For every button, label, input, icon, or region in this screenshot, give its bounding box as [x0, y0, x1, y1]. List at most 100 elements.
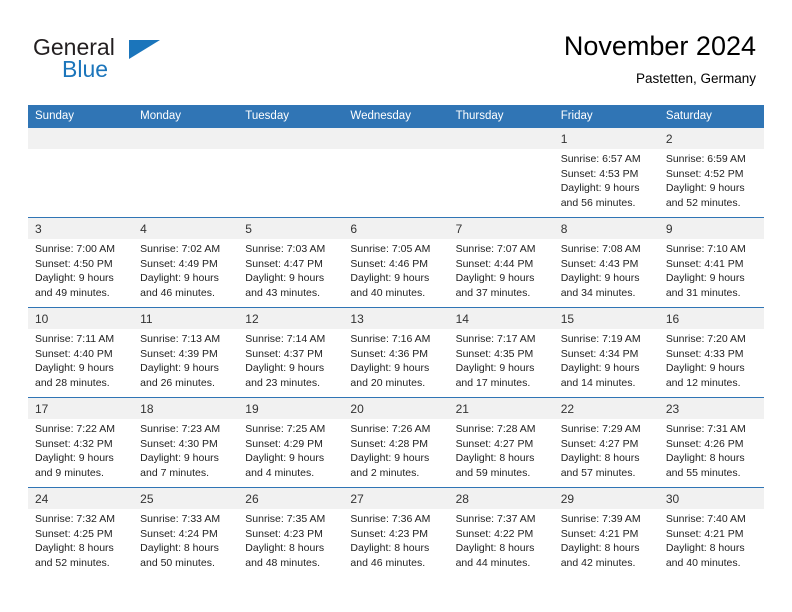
day-number: 25: [133, 488, 239, 509]
daylight-text-line2: and 42 minutes.: [560, 556, 636, 569]
calendar-day-cell[interactable]: 16 Sunrise: 7:20 AM Sunset: 4:33 PM Dayligh…: [658, 307, 764, 398]
calendar-day-cell[interactable]: 7 Sunrise: 7:07 AM Sunset: 4:44 PM Daylight…: [448, 217, 554, 308]
daylight-text-line2: and 55 minutes.: [665, 466, 741, 479]
calendar-day-cell[interactable]: 20 Sunrise: 7:26 AM Sunset: 4:28 PM Dayligh…: [343, 397, 449, 488]
calendar-day-cell[interactable]: 9 Sunrise: 7:10 AM Sunset: 4:41 PM Daylight…: [658, 217, 764, 308]
sunset-text: Sunset: 4:21 PM: [560, 527, 639, 540]
daylight-text-line2: and 52 minutes.: [35, 556, 110, 569]
daylight-text-line2: and 9 minutes.: [35, 466, 104, 479]
sun-info: Sunrise: 7:39 AM Sunset: 4:21 PM Daylight:…: [554, 509, 659, 570]
day-number: 3: [28, 218, 134, 239]
calendar-cell-empty: [28, 128, 134, 218]
day-number: 6: [343, 218, 449, 239]
calendar-day-cell[interactable]: 6 Sunrise: 7:05 AM Sunset: 4:46 PM Daylight…: [343, 217, 449, 308]
sunrise-text: Sunrise: 7:35 AM: [245, 513, 326, 525]
calendar-day-cell[interactable]: 15 Sunrise: 7:19 AM Sunset: 4:34 PM Dayligh…: [553, 307, 659, 398]
sunset-text: Sunset: 4:46 PM: [350, 257, 429, 270]
daylight-text-line2: and 17 minutes.: [455, 376, 531, 389]
sunrise-text: Sunrise: 7:29 AM: [560, 423, 641, 435]
day-number: 4: [133, 218, 239, 239]
daylight-text-line1: Daylight: 9 hours: [560, 182, 640, 194]
daylight-text-line1: Daylight: 9 hours: [140, 362, 219, 374]
calendar-day-cell[interactable]: 13 Sunrise: 7:16 AM Sunset: 4:36 PM Dayligh…: [343, 307, 449, 398]
calendar-day-cell[interactable]: 23 Sunrise: 7:31 AM Sunset: 4:26 PM Dayligh…: [658, 397, 764, 488]
calendar-day-cell[interactable]: 10 Sunrise: 7:11 AM Sunset: 4:40 PM Dayligh…: [28, 307, 134, 398]
day-number: 15: [553, 308, 659, 329]
daylight-text-line2: and 26 minutes.: [140, 376, 215, 389]
calendar-day-cell[interactable]: 19 Sunrise: 7:25 AM Sunset: 4:29 PM Dayligh…: [238, 397, 344, 488]
sun-info: Sunrise: 7:07 AM Sunset: 4:44 PM Daylight:…: [449, 239, 554, 300]
sunset-text: Sunset: 4:47 PM: [245, 257, 323, 270]
calendar-day-cell[interactable]: 17 Sunrise: 7:22 AM Sunset: 4:32 PM Dayligh…: [28, 397, 134, 488]
sunset-text: Sunset: 4:36 PM: [350, 347, 429, 360]
daylight-text-line2: and 40 minutes.: [665, 556, 741, 569]
calendar-day-cell[interactable]: 18 Sunrise: 7:23 AM Sunset: 4:30 PM Dayligh…: [133, 397, 239, 488]
sun-info: Sunrise: 7:05 AM Sunset: 4:46 PM Daylight:…: [343, 239, 448, 300]
logo-text-blue: Blue: [62, 56, 109, 82]
calendar-day-cell[interactable]: 25 Sunrise: 7:33 AM Sunset: 4:24 PM Dayligh…: [133, 487, 239, 577]
calendar-day-cell[interactable]: 8 Sunrise: 7:08 AM Sunset: 4:43 PM Daylight…: [553, 217, 659, 308]
calendar-day-cell[interactable]: 11 Sunrise: 7:13 AM Sunset: 4:39 PM Dayligh…: [133, 307, 239, 398]
daylight-text-line2: and 46 minutes.: [350, 556, 426, 569]
weekday-header-thursday: Thursday: [448, 105, 554, 128]
calendar-day-cell[interactable]: 26 Sunrise: 7:35 AM Sunset: 4:23 PM Dayligh…: [238, 487, 344, 577]
day-number: [133, 128, 239, 149]
sunrise-text: Sunrise: 7:22 AM: [35, 423, 115, 435]
calendar-day-cell[interactable]: 27 Sunrise: 7:36 AM Sunset: 4:23 PM Dayligh…: [343, 487, 449, 577]
calendar-day-cell[interactable]: 3 Sunrise: 7:00 AM Sunset: 4:50 PM Daylight…: [28, 217, 134, 308]
calendar-day-cell[interactable]: 30 Sunrise: 7:40 AM Sunset: 4:21 PM Dayligh…: [658, 487, 764, 577]
sun-info: Sunrise: 7:40 AM Sunset: 4:21 PM Daylight:…: [659, 509, 764, 570]
day-number: 22: [553, 398, 659, 419]
calendar-day-cell[interactable]: 4 Sunrise: 7:02 AM Sunset: 4:49 PM Daylight…: [133, 217, 239, 308]
sunset-text: Sunset: 4:37 PM: [245, 347, 323, 360]
calendar-cell-empty: [448, 128, 554, 218]
sun-info: Sunrise: 7:31 AM Sunset: 4:26 PM Daylight:…: [659, 419, 764, 480]
calendar-day-cell[interactable]: 22 Sunrise: 7:29 AM Sunset: 4:27 PM Dayligh…: [553, 397, 659, 488]
daylight-text-line1: Daylight: 8 hours: [350, 542, 430, 554]
daylight-text-line1: Daylight: 8 hours: [560, 452, 640, 464]
daylight-text-line2: and 2 minutes.: [350, 466, 420, 479]
calendar-day-cell[interactable]: 12 Sunrise: 7:14 AM Sunset: 4:37 PM Dayligh…: [238, 307, 344, 398]
sunset-text: Sunset: 4:23 PM: [350, 527, 429, 540]
day-number: 19: [238, 398, 344, 419]
calendar-week-row: 3 Sunrise: 7:00 AM Sunset: 4:50 PM Daylight…: [28, 217, 764, 308]
day-number: [238, 128, 344, 149]
sunset-text: Sunset: 4:34 PM: [560, 347, 639, 360]
calendar-day-cell[interactable]: 28 Sunrise: 7:37 AM Sunset: 4:22 PM Dayligh…: [448, 487, 554, 577]
calendar-day-cell[interactable]: 24 Sunrise: 7:32 AM Sunset: 4:25 PM Dayligh…: [28, 487, 134, 577]
daylight-text-line2: and 48 minutes.: [245, 556, 320, 569]
sun-info: Sunrise: 7:11 AM Sunset: 4:40 PM Daylight:…: [28, 329, 133, 390]
daylight-text-line2: and 50 minutes.: [140, 556, 215, 569]
sunrise-text: Sunrise: 7:25 AM: [245, 423, 326, 435]
calendar-day-cell[interactable]: 2 Sunrise: 6:59 AM Sunset: 4:52 PM Daylight…: [658, 128, 764, 218]
day-number: 12: [238, 308, 344, 329]
generalblue-logo[interactable]: General Blue: [33, 34, 213, 88]
daylight-text-line2: and 59 minutes.: [455, 466, 531, 479]
calendar-day-cell[interactable]: 21 Sunrise: 7:28 AM Sunset: 4:27 PM Dayligh…: [448, 397, 554, 488]
sun-info: Sunrise: 7:26 AM Sunset: 4:28 PM Daylight:…: [343, 419, 448, 480]
daylight-text-line2: and 37 minutes.: [455, 286, 531, 299]
sun-info: Sunrise: 7:32 AM Sunset: 4:25 PM Daylight:…: [28, 509, 133, 570]
day-number: 11: [133, 308, 239, 329]
sun-info: Sunrise: 7:35 AM Sunset: 4:23 PM Daylight:…: [238, 509, 343, 570]
sunset-text: Sunset: 4:50 PM: [35, 257, 113, 270]
daylight-text-line2: and 40 minutes.: [350, 286, 426, 299]
daylight-text-line2: and 14 minutes.: [560, 376, 636, 389]
daylight-text-line2: and 31 minutes.: [665, 286, 741, 299]
calendar-day-cell[interactable]: 1 Sunrise: 6:57 AM Sunset: 4:53 PM Daylight…: [553, 128, 659, 218]
day-number: 17: [28, 398, 134, 419]
daylight-text-line1: Daylight: 9 hours: [350, 452, 430, 464]
calendar-day-cell[interactable]: 14 Sunrise: 7:17 AM Sunset: 4:35 PM Dayligh…: [448, 307, 554, 398]
daylight-text-line2: and 44 minutes.: [455, 556, 531, 569]
daylight-text-line1: Daylight: 9 hours: [140, 452, 219, 464]
calendar-day-cell[interactable]: 5 Sunrise: 7:03 AM Sunset: 4:47 PM Daylight…: [238, 217, 344, 308]
daylight-text-line1: Daylight: 9 hours: [665, 272, 745, 284]
weekday-header-saturday: Saturday: [658, 105, 764, 128]
sun-info: Sunrise: 6:59 AM Sunset: 4:52 PM Daylight:…: [659, 149, 764, 210]
calendar-day-cell[interactable]: 29 Sunrise: 7:39 AM Sunset: 4:21 PM Dayligh…: [553, 487, 659, 577]
sunset-text: Sunset: 4:33 PM: [665, 347, 744, 360]
day-number: 13: [343, 308, 449, 329]
daylight-text-line1: Daylight: 9 hours: [455, 362, 535, 374]
sun-info: Sunrise: 7:29 AM Sunset: 4:27 PM Daylight:…: [554, 419, 659, 480]
weekday-header-monday: Monday: [133, 105, 239, 128]
